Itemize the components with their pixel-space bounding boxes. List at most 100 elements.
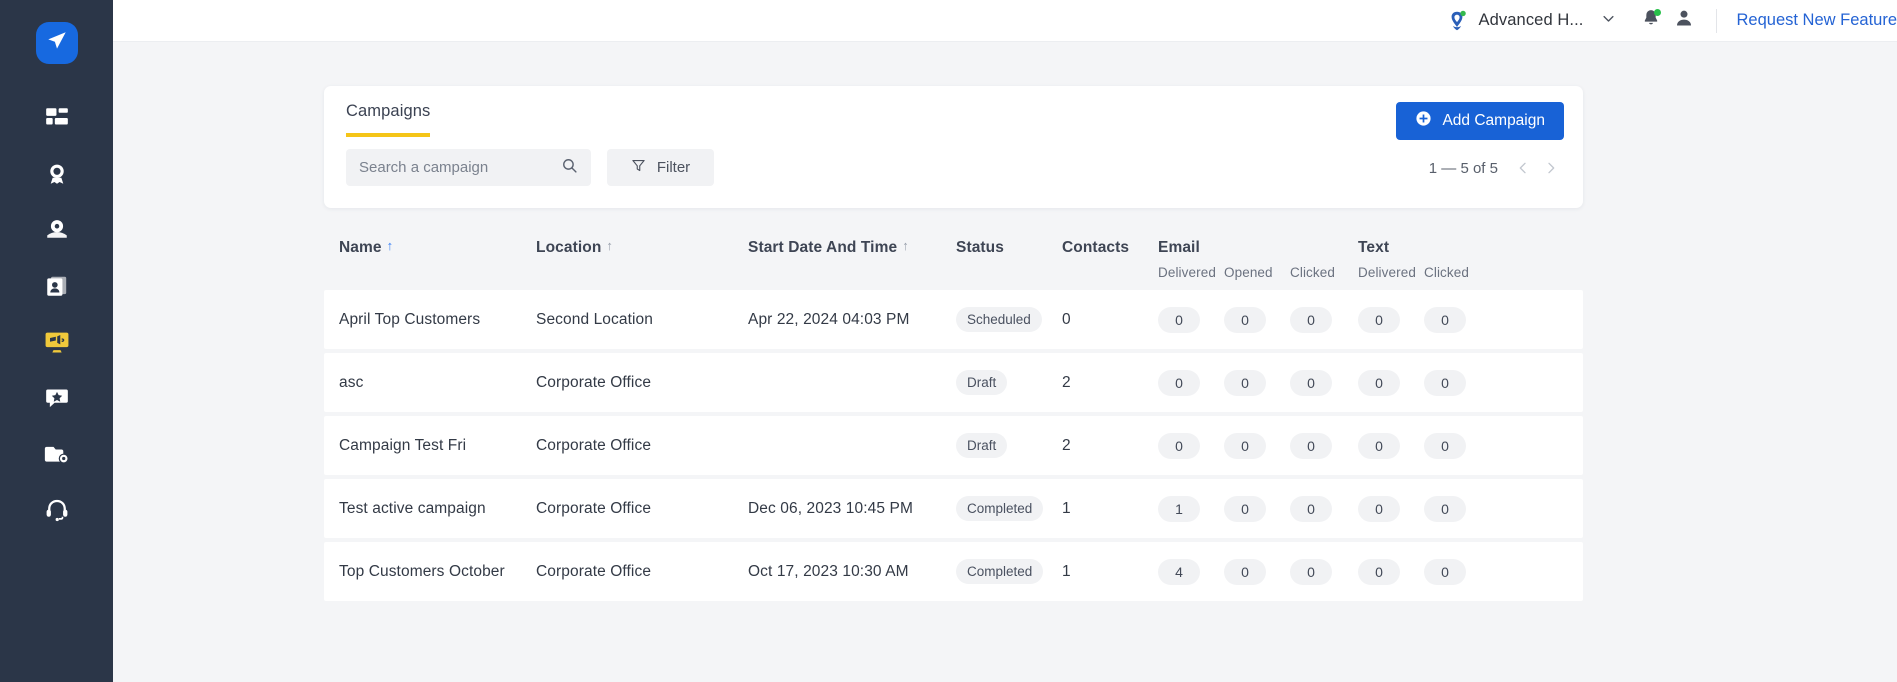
status-badge: Draft (956, 433, 1008, 458)
sidebar-item-support[interactable] (29, 482, 85, 538)
tab-campaigns[interactable]: Campaigns (346, 102, 431, 137)
table-row[interactable]: Campaign Test Fri Corporate Office Draft 2 0… (324, 416, 1583, 475)
column-label-contacts: Contacts (1062, 239, 1130, 256)
app-root: Advanced H... Request New Feature Campai… (0, 0, 1897, 682)
dashboard-grid-icon (44, 105, 70, 131)
cell-status: Draft (956, 370, 1062, 395)
column-header-text-group: Text Delivered Clicked (1358, 239, 1508, 280)
sidebar-item-files[interactable] (29, 426, 85, 482)
app-logo[interactable] (35, 22, 78, 64)
cell-contacts: 2 (1062, 436, 1071, 454)
column-label-status: Status (956, 239, 1004, 256)
filter-label: Filter (656, 159, 691, 176)
request-new-feature-link[interactable]: Request New Feature (1737, 11, 1897, 30)
cell-text-metrics: 00 (1358, 495, 1508, 522)
search-campaign-box[interactable] (346, 149, 591, 186)
metric-email-clicked: 0 (1290, 558, 1332, 585)
cell-email-metrics: 000 (1158, 306, 1358, 333)
search-input[interactable] (359, 159, 561, 176)
column-label-email: Email (1158, 239, 1200, 256)
cell-date: Apr 22, 2024 04:03 PM (748, 310, 910, 328)
chevron-right-icon[interactable] (1538, 155, 1564, 181)
metric-email-clicked: 0 (1290, 369, 1332, 396)
organization-name: Advanced H... (1478, 11, 1584, 29)
contact-card-icon (44, 273, 70, 299)
cell-name: April Top Customers (339, 310, 481, 328)
metric-text-delivered: 0 (1358, 306, 1400, 333)
main-area: Advanced H... Request New Feature Campai… (113, 0, 1897, 682)
notifications-button[interactable] (1636, 8, 1666, 34)
cell-email-metrics: 100 (1158, 495, 1358, 522)
add-campaign-label: Add Campaign (1442, 112, 1545, 129)
column-header-date[interactable]: Start Date And Time ↑ (748, 239, 956, 257)
metric-text-clicked: 0 (1424, 558, 1466, 585)
cell-date: Dec 06, 2023 10:45 PM (748, 499, 913, 517)
metric-email-delivered: 0 (1158, 432, 1200, 459)
table-row[interactable]: Top Customers October Corporate Office Oct… (324, 542, 1583, 601)
metric-email-clicked: 0 (1290, 432, 1332, 459)
sort-arrow-date: ↑ (902, 238, 909, 253)
avatar[interactable] (1666, 8, 1702, 34)
column-header-status: Status (956, 239, 1062, 257)
column-header-name[interactable]: Name ↑ (324, 239, 536, 257)
filter-button[interactable]: Filter (607, 149, 714, 186)
metric-email-delivered: 1 (1158, 495, 1200, 522)
table-row[interactable]: Test active campaign Corporate Office Dec … (324, 479, 1583, 538)
cell-text-metrics: 00 (1358, 558, 1508, 585)
table-row[interactable]: asc Corporate Office Draft 2 0 0 0 0 0 (324, 353, 1583, 412)
cell-location: Corporate Office (536, 499, 652, 517)
campaign-monitor-icon (43, 328, 71, 356)
metric-email-delivered: 0 (1158, 306, 1200, 333)
cell-contacts: 1 (1062, 562, 1071, 580)
star-chat-icon (44, 385, 70, 411)
cell-status: Completed (956, 496, 1062, 521)
sort-arrow-name: ↑ (386, 238, 394, 253)
cell-text-metrics: 00 (1358, 369, 1508, 396)
award-badge-icon (44, 161, 70, 187)
metric-email-clicked: 0 (1290, 495, 1332, 522)
column-header-location[interactable]: Location ↑ (536, 239, 748, 257)
organization-logo-icon (1444, 8, 1470, 34)
metric-email-opened: 0 (1224, 369, 1266, 396)
metric-text-clicked: 0 (1424, 432, 1466, 459)
sidebar-item-campaigns[interactable] (29, 314, 85, 370)
cell-contacts: 0 (1062, 310, 1071, 328)
filter-funnel-icon (631, 158, 646, 177)
metric-email-delivered: 4 (1158, 558, 1200, 585)
folder-gear-icon (44, 441, 70, 467)
organization-selector[interactable]: Advanced H... (1444, 8, 1588, 34)
campaigns-table: Name ↑ Location ↑ Start Date And Time ↑ … (324, 227, 1583, 605)
tab-bar: Campaigns (346, 102, 431, 137)
plus-circle-icon (1415, 110, 1432, 132)
cell-name: asc (339, 373, 364, 391)
metric-text-delivered: 0 (1358, 495, 1400, 522)
metric-email-delivered: 0 (1158, 369, 1200, 396)
subcolumn-text-clicked: Clicked (1424, 265, 1469, 280)
subcolumn-email-clicked: Clicked (1290, 265, 1335, 280)
sidebar-item-dashboard[interactable] (29, 90, 85, 146)
topbar: Advanced H... Request New Feature (113, 0, 1897, 42)
cell-contacts: 1 (1062, 499, 1071, 517)
column-label-text: Text (1358, 239, 1390, 256)
table-row[interactable]: April Top Customers Second Location Apr 22… (324, 290, 1583, 349)
status-badge: Completed (956, 496, 1044, 521)
metric-email-opened: 0 (1224, 558, 1266, 585)
notification-badge (1653, 8, 1661, 16)
chevron-left-icon[interactable] (1510, 155, 1536, 181)
sidebar-item-locations[interactable] (29, 202, 85, 258)
cell-location: Second Location (536, 310, 653, 328)
cell-text-metrics: 00 (1358, 306, 1508, 333)
sidebar-item-contacts[interactable] (29, 258, 85, 314)
paper-plane-icon (46, 30, 68, 57)
status-badge: Completed (956, 559, 1044, 584)
metric-text-clicked: 0 (1424, 369, 1466, 396)
cell-status: Draft (956, 433, 1062, 458)
chevron-down-icon[interactable] (1601, 11, 1616, 31)
toolbar-controls: Filter (346, 149, 714, 186)
status-badge: Draft (956, 370, 1008, 395)
add-campaign-button[interactable]: Add Campaign (1396, 102, 1564, 140)
sidebar-item-loyalty[interactable] (29, 146, 85, 202)
cell-name: Top Customers October (339, 562, 505, 580)
sidebar-item-reviews[interactable] (29, 370, 85, 426)
status-badge: Scheduled (956, 307, 1042, 332)
